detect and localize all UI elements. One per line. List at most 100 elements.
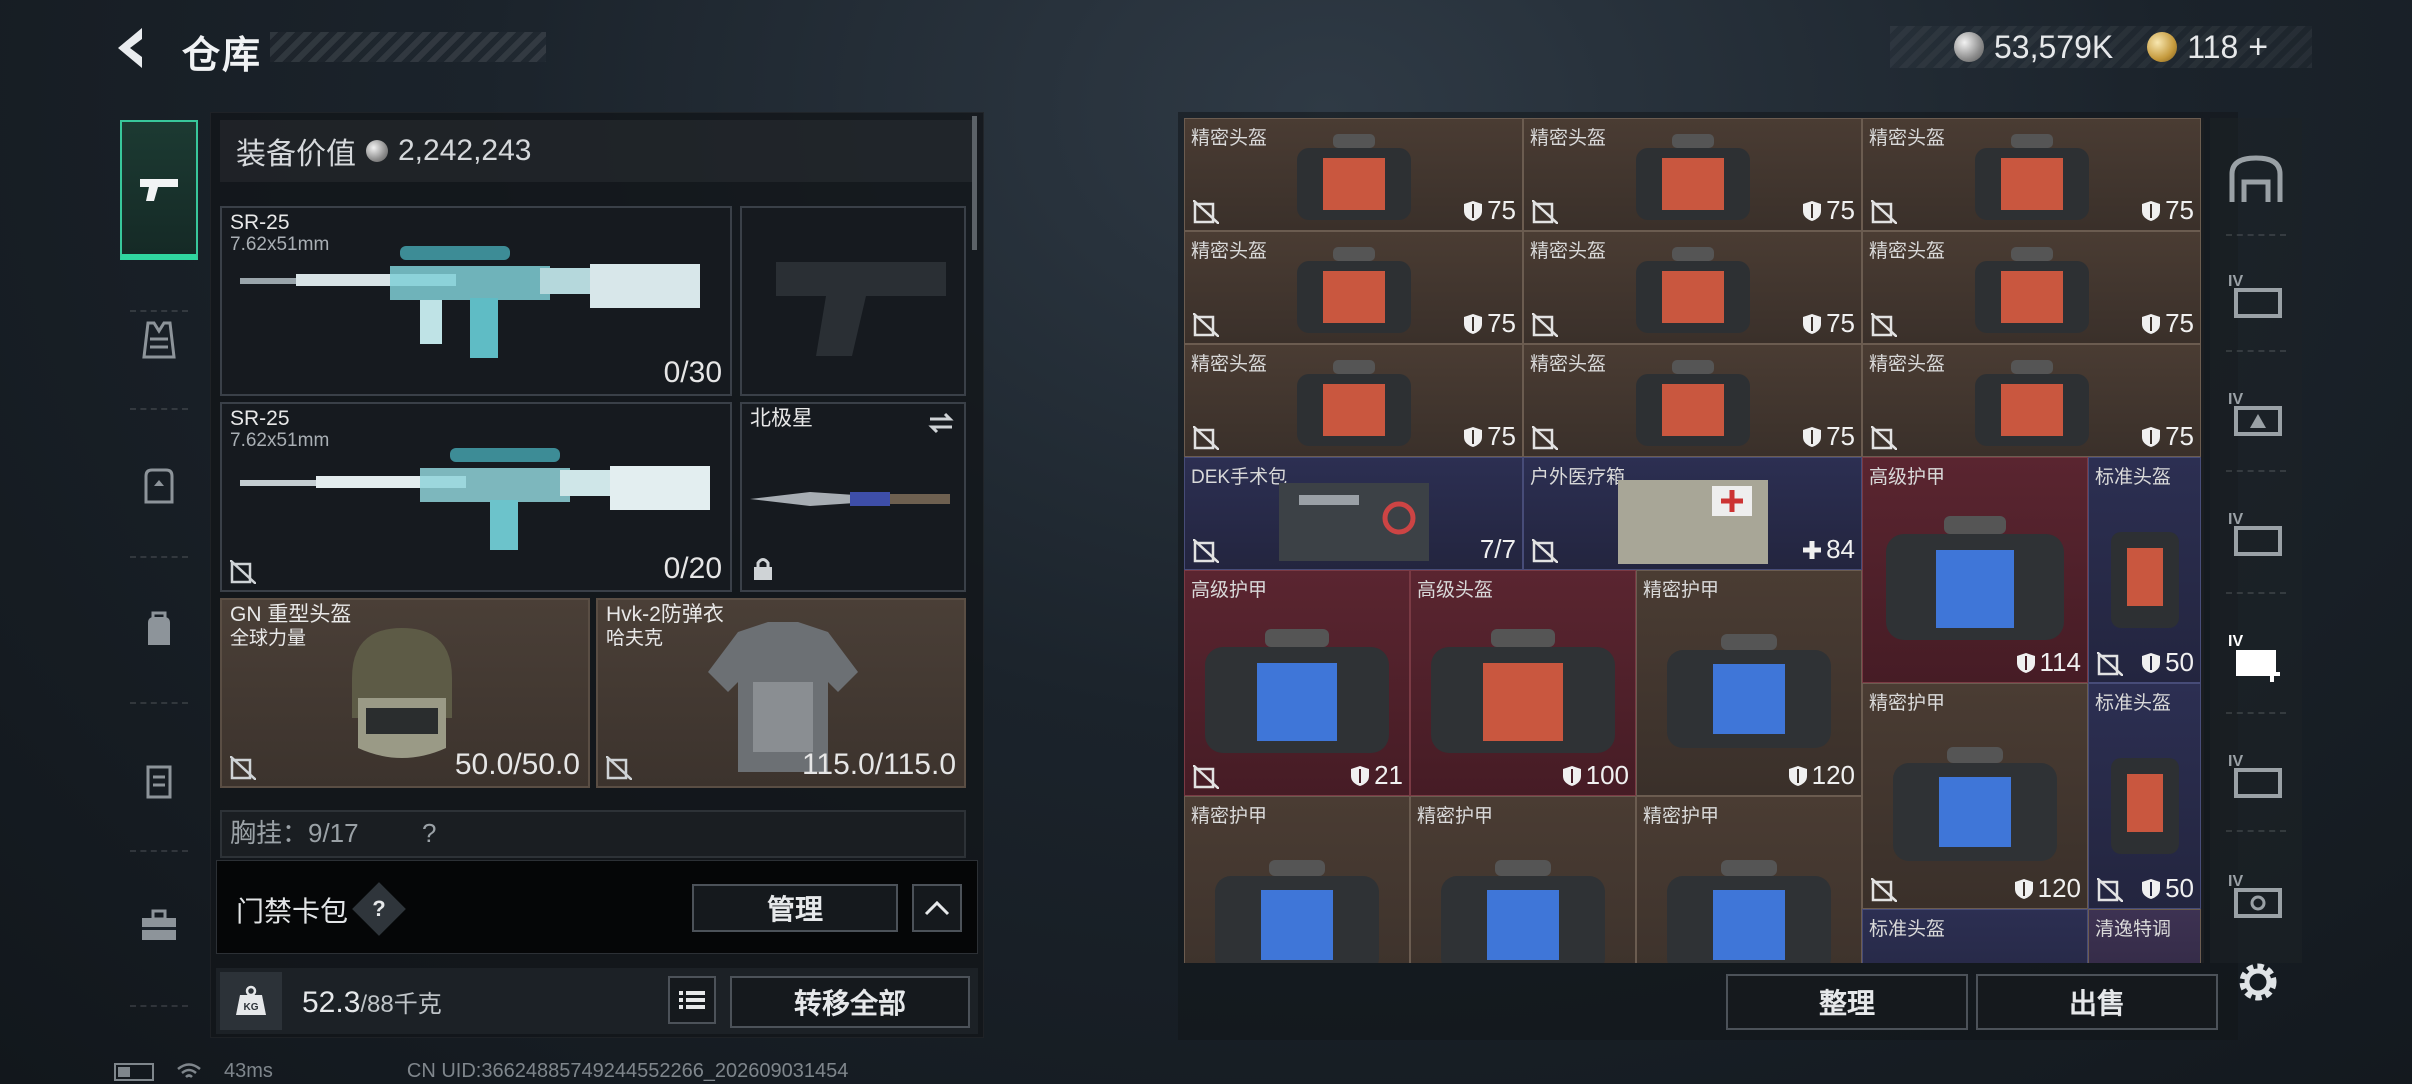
helmet-slot[interactable]: GN 重型头盔 全球力量 50.0/50.0 [220,598,590,788]
item-label: 精密头盔 [1530,128,1607,149]
stash-item[interactable]: 户外医疗箱 84 [1523,457,1862,570]
item-label: 精密头盔 [1191,128,1268,149]
chest-rig-help[interactable]: ? [422,820,436,846]
stash-item[interactable]: 精密护甲 120 [1862,683,2088,909]
category-tab-case[interactable] [124,745,194,815]
pistol-placeholder-icon [776,262,946,356]
shield-icon [2142,200,2161,221]
unlock-icon [1871,200,1897,224]
unlock-icon [1871,878,1897,902]
unlock-icon [230,756,256,780]
shield-icon [1788,765,1807,786]
helmet-case-icon [1635,359,1750,446]
stash-item[interactable]: 高级护甲 114 [1862,457,2088,683]
category-tab-pouch[interactable] [124,595,194,665]
armor-case-icon [1893,746,2057,861]
manage-button[interactable]: 管理 [692,884,898,932]
stash-item[interactable]: DEK手术包 7/7 [1184,457,1523,570]
item-label: 精密头盔 [1869,128,1946,149]
unlock-icon [1532,426,1558,450]
svg-text:IV: IV [2228,873,2243,890]
category-tab-backpack[interactable] [124,450,194,520]
stash-item[interactable]: 精密头盔 75 [1862,344,2201,457]
unlock-icon [2097,652,2123,676]
item-label: 标准头盔 [2095,467,2172,488]
stash-item[interactable]: 高级头盔 100 [1410,570,1636,796]
gold-amount: 118 [2187,28,2239,65]
medical-plus-icon [1803,540,1822,559]
item-value: 84 [1826,534,1855,564]
melee-slot[interactable]: 北极星 [740,402,966,592]
armor-case-icon [1667,859,1831,963]
shield-icon [2014,878,2033,899]
stash-page-3[interactable]: IV [2222,500,2290,568]
sort-button[interactable]: 整理 [1726,974,1968,1030]
stash-item[interactable]: 精密头盔 75 [1523,231,1862,344]
knife-icon [750,492,950,506]
helmet-case-icon [1296,359,1411,446]
item-value: 75 [1487,421,1516,451]
item-value: 50 [2165,873,2194,903]
stash-item[interactable]: 精密护甲 120 [1636,570,1862,796]
stash-item[interactable]: 精密头盔 75 [1862,118,2201,231]
pistol-slot[interactable] [740,206,966,396]
pistol-icon [124,155,194,225]
page-icon: IV [2228,391,2282,436]
stash-item[interactable]: 清逸特调 [2088,909,2201,963]
settings-button[interactable] [2232,956,2284,1008]
sr25-rifle-icon [240,246,700,358]
stash-item[interactable]: 精密头盔 75 [1184,118,1523,231]
category-strip [112,110,204,1010]
shield-icon [1803,426,1822,447]
category-tab-vest[interactable] [124,305,194,375]
stash-item[interactable]: 标准头盔 50 [2088,683,2201,909]
back-button[interactable] [110,24,158,72]
stash-page-5[interactable]: IV [2222,862,2290,930]
chest-rig-row[interactable]: 胸挂：9/17 ? [220,810,966,858]
silver-coin-icon [1954,32,1984,62]
armor-durability: 115.0/115.0 [801,748,956,781]
list-icon [679,991,705,1009]
stash-page-1[interactable]: IV [2222,262,2290,330]
add-page-icon: IV [2228,633,2280,682]
item-value: 75 [2165,308,2194,338]
stash-grid: 精密头盔 75 精密头盔 75 精密头盔 75 精密头盔 75 精密头盔 75 … [1184,118,2204,963]
stash-item[interactable]: 精密头盔 75 [1184,344,1523,457]
stash-page-main[interactable] [2222,146,2290,214]
stash-item[interactable]: 精密护甲 [1184,796,1410,963]
stash-item[interactable]: 精密头盔 75 [1184,231,1523,344]
stash-page-add[interactable]: IV [2222,622,2290,690]
add-gold-button[interactable]: + [2248,28,2268,67]
primary-weapon-slot[interactable]: SR-25 7.62x51mm 0/30 [220,206,732,396]
wifi-icon [177,1062,201,1078]
stash-item[interactable]: 标准头盔 50 [2088,457,2201,683]
stash-item[interactable]: 精密头盔 75 [1523,344,1862,457]
stash-page-4[interactable]: IV [2222,742,2290,810]
collapse-button[interactable] [912,884,962,932]
weight-icon: KG [220,972,282,1030]
stash-item[interactable]: 标准头盔 [1862,909,2088,963]
pouch-icon [148,611,170,645]
stash-item[interactable]: 精密头盔 75 [1523,118,1862,231]
secondary-weapon-slot[interactable]: SR-25 7.62x51mm 0/20 [220,402,732,592]
equipment-scrollbar[interactable] [972,116,977,250]
stash-item[interactable]: 精密头盔 75 [1862,231,2201,344]
item-label: 精密头盔 [1869,241,1946,262]
list-view-button[interactable] [668,976,716,1024]
stash-item[interactable]: 精密护甲 [1410,796,1636,963]
stash-page-2[interactable]: IV [2222,380,2290,448]
stash-item[interactable]: 高级护甲 21 [1184,570,1410,796]
sell-button[interactable]: 出售 [1976,974,2218,1030]
stash-item[interactable]: 精密护甲 [1636,796,1862,963]
keycard-help-button[interactable]: ? [352,882,406,936]
category-tab-toolbox[interactable] [124,890,194,960]
status-bar: 43ms CN UID:36624885749244552266_2026090… [114,1060,848,1083]
transfer-all-button[interactable]: 转移全部 [730,976,970,1028]
armor-slot[interactable]: Hvk-2防弹衣 哈夫克 115.0/115.0 [596,598,966,788]
equipment-value: 2,242,243 [398,134,532,167]
swap-icon[interactable] [928,412,954,434]
equipment-value-bar: 装备价值 2,242,243 [220,120,972,182]
vest-icon [142,321,176,359]
helmet-case-icon [1974,246,2089,333]
page-title: 仓库 [182,35,263,77]
